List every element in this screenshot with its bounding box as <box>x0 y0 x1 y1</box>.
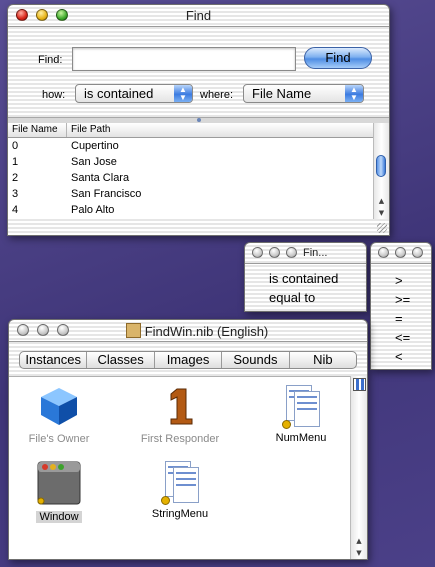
how-label: how: <box>42 89 66 101</box>
operator-menu-panel: > >= = <= < <box>370 242 432 370</box>
vertical-scrollbar[interactable]: ▲ ▼ <box>373 123 389 219</box>
instance-label: Window <box>36 511 82 523</box>
menu-item[interactable]: > <box>395 273 403 288</box>
nib-window-titlebar[interactable]: FindWin.nib (English) <box>9 320 367 342</box>
cell-file-path: Santa Clara <box>71 172 130 184</box>
find-input[interactable] <box>72 47 296 71</box>
scroll-up-arrow-icon[interactable]: ▲ <box>374 195 389 207</box>
cell-file-name: 4 <box>12 204 19 216</box>
find-window-titlebar[interactable]: Find <box>8 5 389 27</box>
instances-view: File's Owner First Responder NumMenu Win… <box>9 376 351 559</box>
instance-label: First Responder <box>140 433 220 445</box>
minimize-button[interactable] <box>395 247 406 258</box>
instance-label: File's Owner <box>28 433 90 445</box>
column-header-file-path[interactable]: File Path <box>71 124 110 135</box>
where-label: where: <box>200 89 234 101</box>
instance-label: NumMenu <box>275 432 327 444</box>
cell-file-name: 1 <box>12 156 19 168</box>
nib-tab-bar: Instances Classes Images Sounds Nib <box>19 351 357 369</box>
instance-num-menu[interactable]: NumMenu <box>256 385 346 444</box>
tab-sounds[interactable]: Sounds <box>222 352 290 368</box>
where-popup-value: File Name <box>252 86 312 101</box>
table-header: File Name File Path <box>8 123 375 138</box>
cell-file-path: Cupertino <box>71 140 119 152</box>
table-row[interactable]: 4 Palo Alto <box>8 203 374 219</box>
nib-file-icon <box>125 323 141 338</box>
zoom-button[interactable] <box>412 247 423 258</box>
menu-item[interactable]: <= <box>395 330 410 345</box>
number-one-icon <box>170 388 193 425</box>
menu-document-icon <box>161 461 199 505</box>
tab-instances[interactable]: Instances <box>20 352 88 368</box>
popup-arrows-icon: ▲ ▼ <box>174 85 192 102</box>
close-button[interactable] <box>378 247 389 258</box>
instance-window[interactable]: Window <box>14 461 104 523</box>
instance-first-responder[interactable]: First Responder <box>135 385 225 445</box>
close-button[interactable] <box>252 247 263 258</box>
tab-classes[interactable]: Classes <box>87 352 155 368</box>
panel-title: Fin... <box>303 247 328 259</box>
string-menu-panel: Fin... is contained equal to <box>244 242 367 312</box>
cube-icon <box>41 388 77 425</box>
column-header-file-name[interactable]: File Name <box>12 124 58 135</box>
cell-file-name: 0 <box>12 140 19 152</box>
tab-nib[interactable]: Nib <box>290 352 356 368</box>
window-icon <box>37 461 81 505</box>
resize-grip-icon[interactable] <box>377 223 387 233</box>
find-label: Find: <box>38 54 63 66</box>
column-separator[interactable] <box>66 123 67 137</box>
how-popup[interactable]: is contained ▲ ▼ <box>75 84 193 103</box>
how-popup-value: is contained <box>84 86 154 101</box>
table-row[interactable]: 2 Santa Clara <box>8 171 374 187</box>
nib-document-window: FindWin.nib (English) Instances Classes … <box>8 319 368 560</box>
scroll-down-arrow-icon[interactable]: ▼ <box>351 547 367 559</box>
window-title-text: FindWin.nib (English) <box>144 324 269 339</box>
menu-item[interactable]: equal to <box>269 290 315 305</box>
vertical-scrollbar[interactable]: ▲ ▼ <box>350 376 367 559</box>
tab-images[interactable]: Images <box>155 352 223 368</box>
cell-file-name: 2 <box>12 172 19 184</box>
popup-arrows-icon: ▲ ▼ <box>345 85 363 102</box>
table-row[interactable]: 1 San Jose <box>8 155 374 171</box>
menu-document-icon <box>282 385 320 429</box>
divider-grip-icon <box>196 118 201 122</box>
menu-item[interactable]: = <box>395 311 403 326</box>
window-title: FindWin.nib (English) <box>9 323 367 339</box>
where-popup[interactable]: File Name ▲ ▼ <box>243 84 364 103</box>
menu-item[interactable]: >= <box>395 292 410 307</box>
menu-item[interactable]: is contained <box>269 271 338 286</box>
view-mode-icon[interactable] <box>353 378 366 391</box>
cell-file-path: Palo Alto <box>71 204 115 216</box>
cell-file-path: San Jose <box>71 156 117 168</box>
table-row[interactable]: 0 Cupertino <box>8 139 374 155</box>
menu-item[interactable]: < <box>395 349 403 364</box>
minimize-button[interactable] <box>269 247 280 258</box>
zoom-button[interactable] <box>286 247 297 258</box>
cell-file-path: San Francisco <box>71 188 142 200</box>
instance-label: StringMenu <box>151 508 209 520</box>
find-window: Find Find: Find how: is contained ▲ ▼ whe… <box>7 4 390 236</box>
scroll-thumb[interactable] <box>376 155 386 177</box>
table-row[interactable]: 3 San Francisco <box>8 187 374 203</box>
panel-titlebar[interactable] <box>371 243 431 264</box>
scroll-up-arrow-icon[interactable]: ▲ <box>351 535 367 547</box>
panel-titlebar[interactable]: Fin... <box>245 243 366 264</box>
instance-files-owner[interactable]: File's Owner <box>14 385 104 445</box>
results-table: File Name File Path 0 Cupertino 1 San Jo… <box>8 123 389 219</box>
instance-string-menu[interactable]: StringMenu <box>135 461 225 520</box>
cell-file-name: 3 <box>12 188 19 200</box>
window-title: Find <box>185 8 212 23</box>
find-button[interactable]: Find <box>304 47 372 69</box>
scroll-down-arrow-icon[interactable]: ▼ <box>374 207 389 219</box>
